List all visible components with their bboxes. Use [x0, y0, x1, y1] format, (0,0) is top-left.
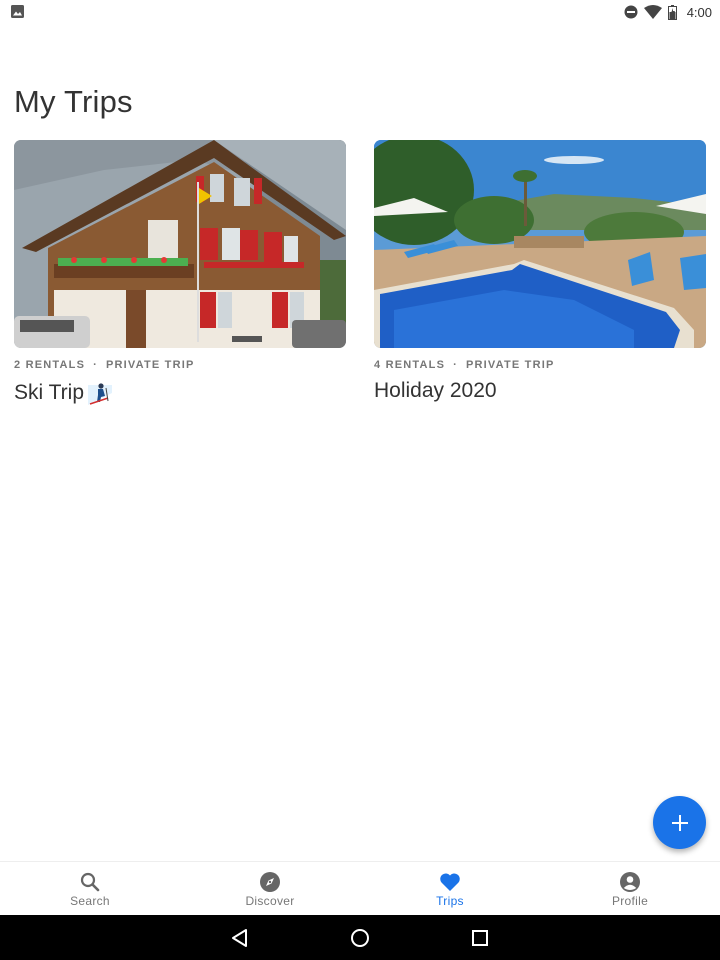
trip-type: PRIVATE TRIP — [105, 359, 195, 371]
do-not-disturb-icon — [624, 5, 638, 19]
trip-type: PRIVATE TRIP — [465, 359, 555, 371]
battery-icon — [667, 4, 677, 20]
home-button[interactable] — [349, 927, 371, 949]
trip-title-text: Holiday 2020 — [374, 379, 497, 402]
trip-card-ski-trip[interactable]: 2 RENTALS · PRIVATE TRIP Ski Trip — [14, 140, 346, 407]
page-title: My Trips — [14, 84, 133, 119]
image-icon — [11, 5, 24, 18]
rentals-count: 4 RENTALS — [374, 359, 446, 371]
compass-icon — [260, 872, 280, 892]
trip-title[interactable]: Ski Trip — [14, 379, 346, 407]
recents-button[interactable] — [469, 927, 491, 949]
rentals-count: 2 RENTALS — [14, 359, 86, 371]
trip-title[interactable]: Holiday 2020 — [374, 379, 706, 403]
status-time: 4:00 — [686, 4, 712, 20]
nav-label-profile: Profile — [611, 894, 649, 908]
status-bar: 4:00 — [0, 0, 720, 24]
nav-label-trips: Trips — [436, 894, 464, 908]
trip-card-holiday-2020[interactable]: 4 RENTALS · PRIVATE TRIP Holiday 2020 — [374, 140, 706, 403]
trip-title-text: Ski Trip — [14, 381, 85, 404]
trip-meta: 4 RENTALS · PRIVATE TRIP — [374, 359, 706, 371]
swiss-chalet-photo[interactable] — [14, 140, 346, 348]
heart-icon — [440, 873, 460, 891]
profile-icon — [620, 872, 640, 892]
bottom-nav: Search Discover Trips Profile — [0, 861, 720, 915]
skier-icon — [88, 383, 113, 405]
back-button[interactable] — [229, 927, 251, 949]
search-icon — [80, 872, 100, 892]
add-trip-button[interactable] — [653, 796, 706, 849]
nav-item-discover[interactable]: Discover — [180, 862, 360, 915]
wifi-icon — [643, 5, 662, 19]
swimming-pool-photo[interactable] — [374, 140, 706, 348]
nav-item-search[interactable]: Search — [0, 862, 180, 915]
plus-icon — [671, 814, 688, 831]
nav-label-discover: Discover — [245, 894, 295, 908]
nav-label-search: Search — [70, 894, 110, 908]
meta-separator: · — [453, 359, 458, 371]
nav-item-profile[interactable]: Profile — [540, 862, 720, 915]
system-nav-bar — [0, 915, 720, 960]
meta-separator: · — [93, 359, 98, 371]
trip-meta: 2 RENTALS · PRIVATE TRIP — [14, 359, 346, 371]
nav-item-trips[interactable]: Trips — [360, 862, 540, 915]
